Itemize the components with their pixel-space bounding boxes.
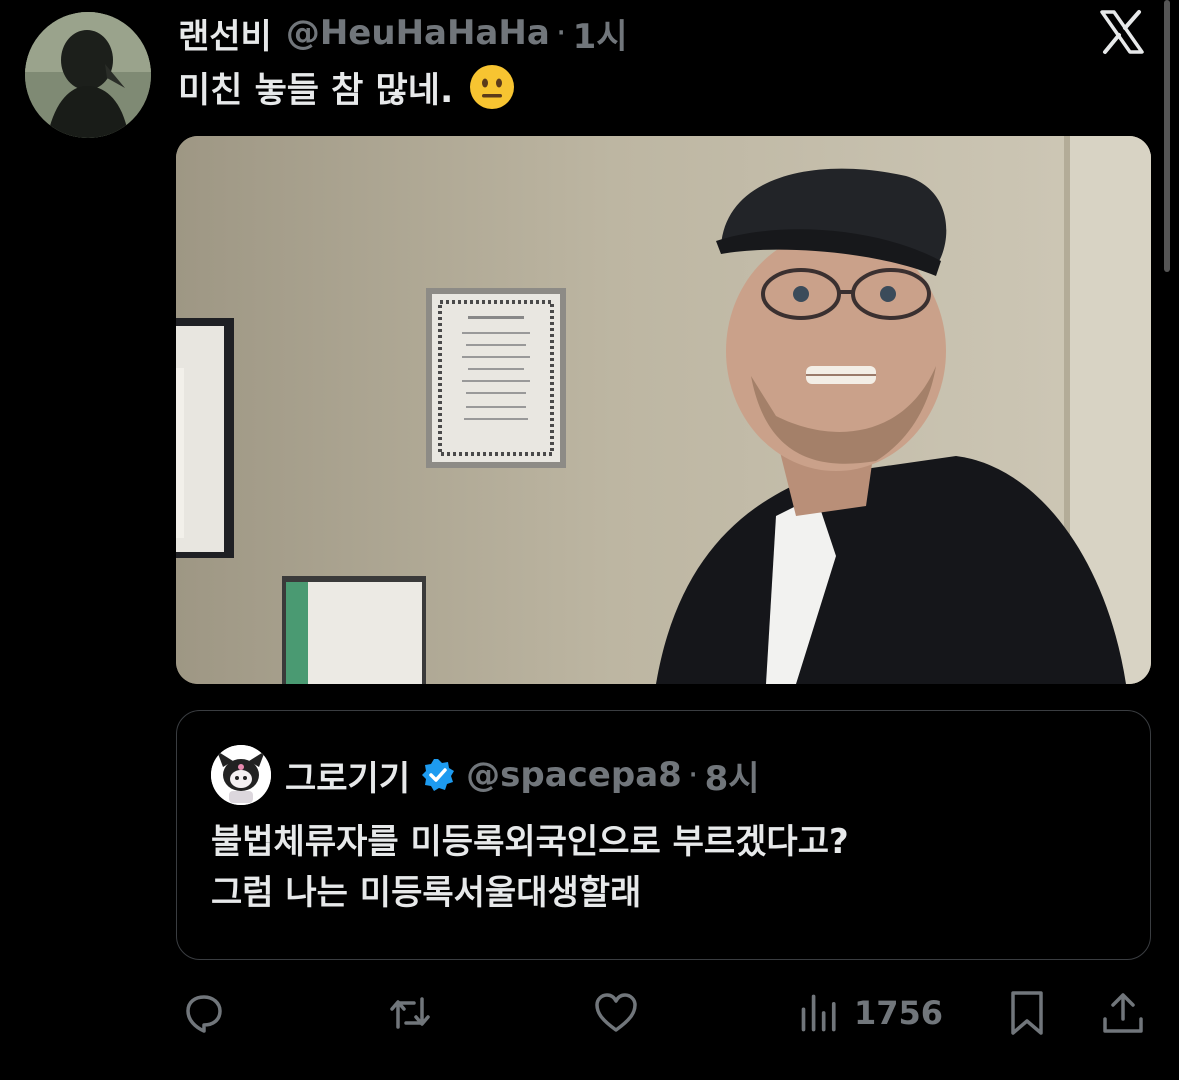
- bookmark-button[interactable]: [1003, 988, 1051, 1038]
- bookmark-icon: [1011, 991, 1043, 1035]
- tweet-text: 미친 놓들 참 많네.: [178, 62, 515, 112]
- x-logo-icon[interactable]: [1098, 8, 1146, 56]
- verified-badge-icon[interactable]: [420, 757, 456, 793]
- tweet-header: 랜선비 @HeuHaHaHa · 1시: [178, 9, 628, 58]
- quoted-text-line-1: 불법체류자를 미등록외국인으로 부르겠다고?: [211, 822, 849, 862]
- reply-button[interactable]: [180, 988, 228, 1038]
- quoted-text-line-2: 그럼 나는 미등록서울대생할래: [211, 873, 642, 913]
- tweet-action-bar: 1756: [0, 980, 1179, 1046]
- author-avatar[interactable]: [25, 12, 151, 138]
- tweet-text-content: 미친 놓들 참 많네.: [178, 70, 454, 111]
- quoted-separator-dot: ·: [687, 755, 699, 795]
- views-button[interactable]: 1756: [798, 988, 943, 1038]
- quoted-tweet-card[interactable]: 그로기기 @spacepa8 · 8시 불법체류자를 미등록외국인으로 부르겠다…: [176, 710, 1151, 960]
- quoted-author-display-name[interactable]: 그로기기: [285, 751, 410, 800]
- tweet-time[interactable]: 1시: [573, 9, 628, 58]
- retweet-icon: [390, 997, 430, 1029]
- retweet-button[interactable]: [386, 988, 434, 1038]
- tweet-media-image[interactable]: [176, 136, 1151, 684]
- heart-icon: [595, 993, 637, 1032]
- quoted-tweet-time[interactable]: 8시: [705, 751, 760, 800]
- share-icon: [1103, 993, 1143, 1033]
- author-display-name[interactable]: 랜선비: [178, 9, 272, 58]
- separator-dot: ·: [555, 13, 567, 53]
- scrollbar[interactable]: [1164, 0, 1170, 272]
- like-button[interactable]: [592, 988, 640, 1038]
- reply-icon: [186, 995, 222, 1033]
- quoted-author-avatar[interactable]: [211, 745, 271, 805]
- quoted-author-handle[interactable]: @spacepa8: [466, 755, 682, 795]
- quoted-tweet-header: 그로기기 @spacepa8 · 8시: [285, 751, 760, 799]
- views-chart-icon: [801, 994, 836, 1032]
- views-count: 1756: [854, 994, 944, 1032]
- neutral-face-emoji-icon: [469, 64, 515, 110]
- share-button[interactable]: [1099, 988, 1147, 1038]
- author-handle[interactable]: @HeuHaHaHa: [286, 13, 550, 53]
- quoted-tweet-text: 불법체류자를 미등록외국인으로 부르겠다고? 그럼 나는 미등록서울대생할래: [211, 817, 849, 919]
